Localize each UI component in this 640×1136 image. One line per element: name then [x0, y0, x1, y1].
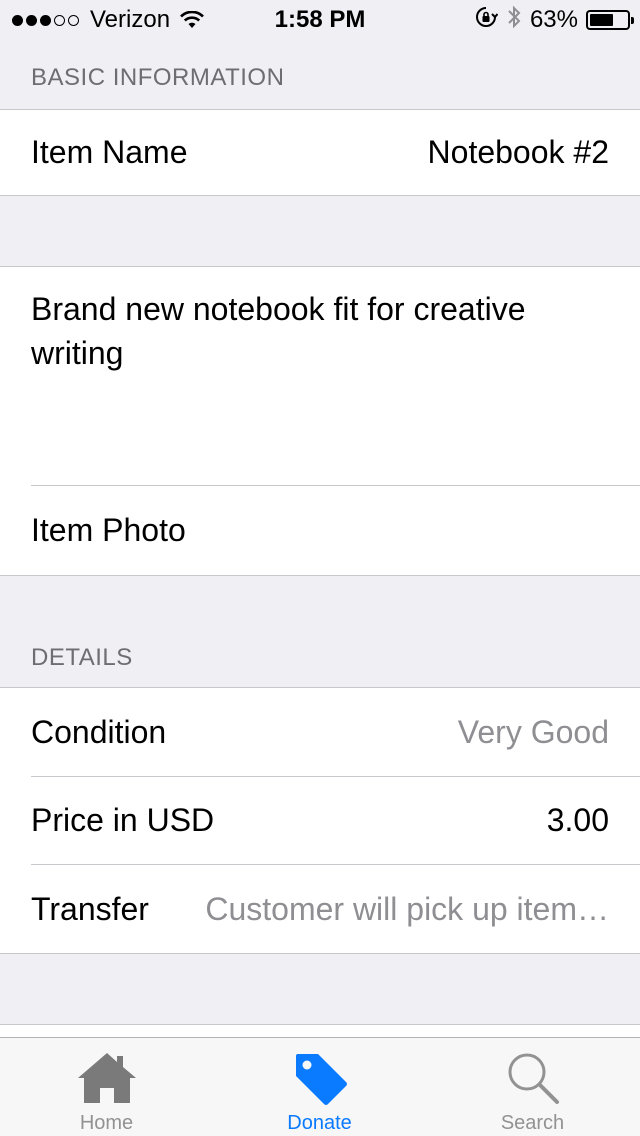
condition-label: Condition [31, 713, 167, 750]
section-header-basic-information: BASIC INFORMATION [31, 64, 285, 91]
price-field[interactable]: 3.00 [214, 802, 609, 839]
battery-fill [590, 14, 613, 26]
transfer-value[interactable]: Customer will pick up item… [173, 891, 609, 928]
condition-value[interactable]: Very Good [166, 714, 609, 751]
item-photo-row[interactable]: Item Photo [0, 486, 640, 575]
rotation-lock-icon [474, 5, 499, 36]
tab-search[interactable]: Search [426, 1038, 639, 1136]
condition-row[interactable]: Condition Very Good [0, 688, 640, 776]
tab-search-label: Search [500, 1112, 565, 1134]
description-photo-group: Brand new notebook fit for creative writ… [0, 266, 640, 576]
section-header-details: DETAILS [31, 644, 133, 671]
status-right: 63% [466, 0, 634, 40]
item-name-field[interactable]: Notebook #2 [187, 134, 609, 171]
price-row[interactable]: Price in USD 3.00 [0, 777, 640, 864]
item-description-textarea[interactable]: Brand new notebook fit for creative writ… [31, 287, 591, 375]
status-bar: Verizon 1:58 PM 63% [0, 0, 640, 40]
home-icon [76, 1048, 138, 1108]
item-name-row[interactable]: Item Name Notebook #2 [0, 110, 640, 195]
item-photo-label: Item Photo [31, 512, 186, 548]
tab-donate[interactable]: Donate [213, 1038, 426, 1136]
price-label: Price in USD [31, 802, 215, 838]
transfer-label: Transfer [31, 890, 149, 927]
search-icon [505, 1048, 561, 1108]
bluetooth-icon [506, 4, 522, 37]
tab-home-label: Home [79, 1112, 134, 1134]
details-group: Condition Very Good Price in USD 3.00 Tr… [0, 687, 640, 954]
item-name-label: Item Name [31, 134, 188, 170]
battery-icon [586, 10, 634, 30]
tag-icon [290, 1048, 350, 1108]
battery-percent: 63% [529, 6, 578, 33]
item-name-group: Item Name Notebook #2 [0, 109, 640, 196]
transfer-row[interactable]: Transfer Customer will pick up item… [0, 865, 640, 953]
tab-donate-label: Donate [287, 1112, 352, 1134]
tab-bar: Home Donate Search [0, 1037, 640, 1136]
tab-home[interactable]: Home [0, 1038, 213, 1136]
